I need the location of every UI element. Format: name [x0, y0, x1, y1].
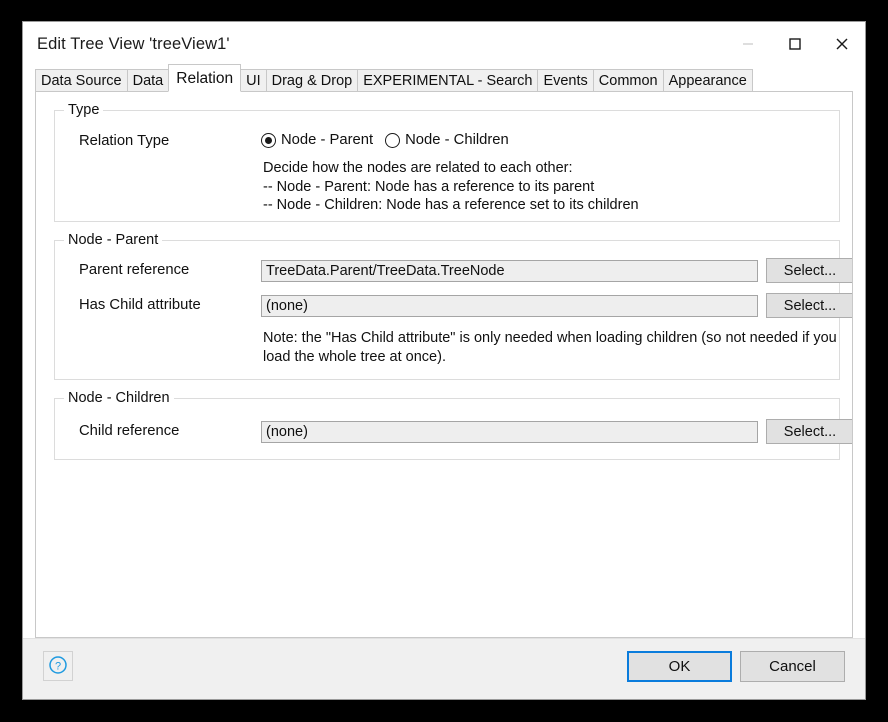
help-button[interactable]: ? [43, 651, 73, 681]
has-child-attribute-label: Has Child attribute [79, 297, 201, 313]
tab-drag-and-drop[interactable]: Drag & Drop [265, 69, 359, 91]
child-reference-select-button[interactable]: Select... [766, 419, 852, 444]
radio-unselected-icon [385, 132, 401, 148]
child-reference-input[interactable]: (none) [261, 421, 758, 443]
dialog-footer: ? OK Cancel [23, 638, 865, 699]
child-reference-label: Child reference [79, 423, 180, 439]
radio-node-parent-label: Node - Parent [281, 132, 374, 148]
group-type-title: Type [64, 102, 104, 118]
minimize-button[interactable] [724, 22, 771, 66]
relation-type-description: Decide how the nodes are related to each… [263, 160, 639, 213]
parent-reference-select-button[interactable]: Select... [766, 258, 852, 283]
dialog-window: Edit Tree View 'treeView1' Data Source D… [22, 21, 866, 700]
relation-type-label: Relation Type [79, 133, 170, 149]
minimize-icon [741, 37, 755, 51]
title-bar: Edit Tree View 'treeView1' [23, 22, 865, 67]
group-node-children-title: Node - Children [64, 390, 174, 406]
has-child-attribute-input[interactable]: (none) [261, 295, 758, 317]
close-button[interactable] [818, 22, 865, 66]
relation-type-radio-group: Node - Parent Node - Children [261, 132, 521, 148]
svg-text:?: ? [55, 660, 61, 672]
has-child-attribute-select-button[interactable]: Select... [766, 293, 852, 318]
maximize-button[interactable] [771, 22, 818, 66]
radio-selected-icon [261, 132, 276, 148]
group-node-parent-title: Node - Parent [64, 232, 163, 248]
tab-relation[interactable]: Relation [168, 64, 242, 92]
close-icon [834, 36, 850, 52]
ok-button[interactable]: OK [627, 651, 732, 682]
radio-node-children[interactable]: Node - Children [385, 132, 509, 148]
question-mark-icon: ? [48, 655, 68, 678]
tab-panel-relation: Type Relation Type Node - Parent Node - … [35, 91, 853, 638]
window-controls [724, 22, 865, 66]
parent-reference-input[interactable]: TreeData.Parent/TreeData.TreeNode [261, 260, 758, 282]
tab-data[interactable]: Data [126, 69, 170, 91]
parent-reference-label: Parent reference [79, 262, 190, 278]
group-type: Type Relation Type Node - Parent Node - … [54, 102, 840, 222]
tab-data-source[interactable]: Data Source [35, 69, 128, 91]
page-title: Edit Tree View 'treeView1' [37, 35, 230, 53]
group-node-children: Node - Children Child reference (none) S… [54, 390, 852, 460]
tab-appearance[interactable]: Appearance [662, 69, 753, 91]
tab-strip: Data Source Data Relation UI Drag & Drop… [35, 64, 853, 92]
group-node-parent: Node - Parent Parent reference TreeData.… [54, 232, 852, 380]
tab-experimental-search[interactable]: EXPERIMENTAL - Search [357, 69, 539, 91]
tab-events[interactable]: Events [537, 69, 594, 91]
cancel-button[interactable]: Cancel [740, 651, 845, 682]
has-child-attribute-note: Note: the "Has Child attribute" is only … [263, 330, 837, 365]
tab-common[interactable]: Common [592, 69, 664, 91]
tab-ui[interactable]: UI [240, 69, 267, 91]
radio-node-children-label: Node - Children [405, 132, 509, 148]
maximize-icon [788, 37, 802, 51]
radio-node-parent[interactable]: Node - Parent [261, 132, 373, 148]
